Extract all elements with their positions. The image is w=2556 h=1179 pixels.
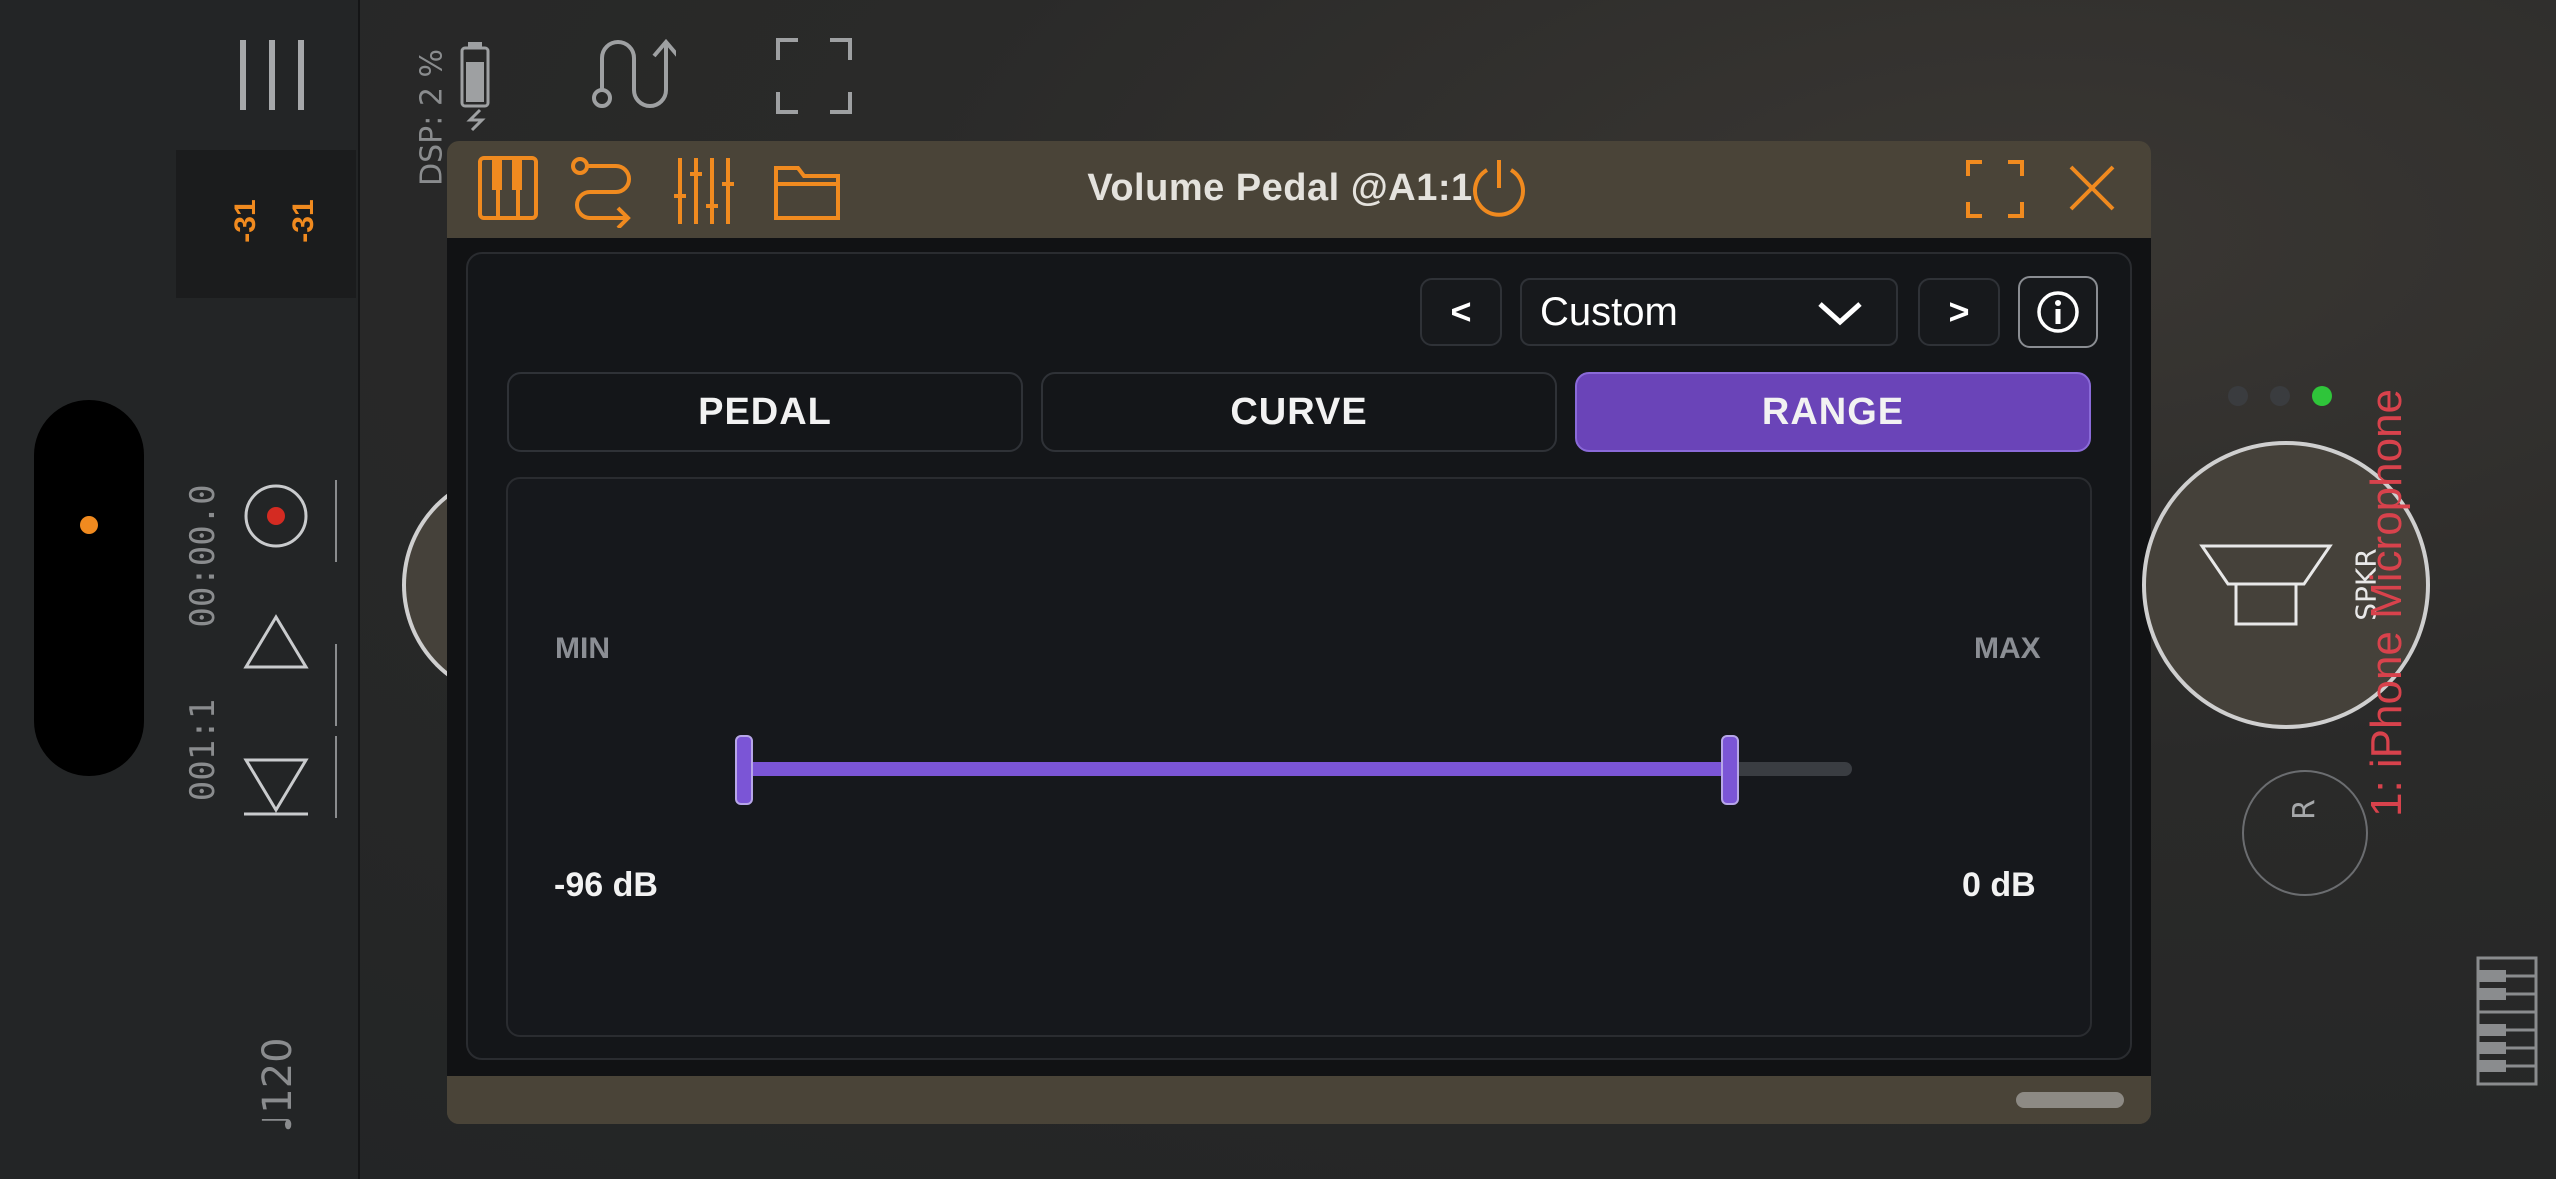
input-source-label[interactable]: 1: iPhone Microphone: [2362, 368, 2412, 838]
resize-handle[interactable]: [2016, 1092, 2124, 1108]
play-up-icon[interactable]: [242, 614, 310, 670]
page-dot-active: [2312, 386, 2332, 406]
chevron-down-icon: [1818, 302, 1862, 326]
tab-curve[interactable]: CURVE: [1041, 372, 1557, 452]
tab-pedal[interactable]: PEDAL: [507, 372, 1023, 452]
range-min-handle[interactable]: [735, 735, 753, 805]
info-button[interactable]: [2018, 276, 2098, 348]
battery-icon: [460, 42, 490, 132]
tab-range[interactable]: RANGE: [1575, 372, 2091, 452]
info-icon: [2037, 291, 2079, 333]
page-dots: [2228, 386, 2338, 410]
level-meter: [176, 150, 356, 298]
maximize-icon[interactable]: [1966, 160, 2024, 218]
meter-right-value: -31: [287, 199, 320, 243]
keyboard-icon[interactable]: [478, 156, 538, 220]
divider: [335, 736, 337, 818]
rewind-icon[interactable]: [242, 756, 310, 816]
routing-icon[interactable]: [590, 36, 676, 112]
prev-preset-button[interactable]: <: [1420, 278, 1502, 346]
min-value: -96 dB: [554, 866, 658, 904]
dsp-label: DSP: 2 %: [414, 49, 450, 187]
mixer-icon[interactable]: [672, 156, 740, 226]
route-icon[interactable]: [570, 156, 636, 228]
meter-left-value: -31: [229, 199, 262, 243]
plugin-title: Volume Pedal @A1:1: [1087, 166, 1473, 209]
r-button[interactable]: [2242, 770, 2368, 896]
range-max-handle[interactable]: [1721, 735, 1740, 805]
close-icon[interactable]: [2068, 164, 2116, 212]
next-preset-button[interactable]: >: [1918, 278, 2000, 346]
folder-icon[interactable]: [774, 160, 840, 220]
min-label: MIN: [555, 632, 610, 665]
power-icon[interactable]: [1470, 158, 1528, 218]
transport-scrubber[interactable]: [34, 400, 144, 776]
fullscreen-icon[interactable]: [776, 38, 852, 114]
time-display: 00:00.0: [183, 484, 223, 628]
scrubber-indicator: [80, 516, 98, 534]
record-button-icon[interactable]: [242, 482, 310, 550]
divider: [335, 480, 337, 562]
max-value: 0 dB: [1962, 866, 2036, 904]
position-display: 001:1: [183, 698, 223, 802]
plugin-footer: [447, 1076, 2151, 1124]
preset-name: Custom: [1540, 289, 1678, 334]
r-label: R: [2287, 799, 2323, 820]
menu-icon[interactable]: [236, 40, 308, 110]
tempo-display[interactable]: ♩120: [255, 1025, 301, 1145]
speaker-icon: [2199, 544, 2333, 626]
max-label: MAX: [1974, 632, 2041, 665]
range-slider-fill: [744, 762, 1731, 776]
piano-keys-icon[interactable]: [2476, 956, 2538, 1086]
page-dot: [2270, 386, 2290, 406]
divider: [335, 644, 337, 726]
page-dot: [2228, 386, 2248, 406]
